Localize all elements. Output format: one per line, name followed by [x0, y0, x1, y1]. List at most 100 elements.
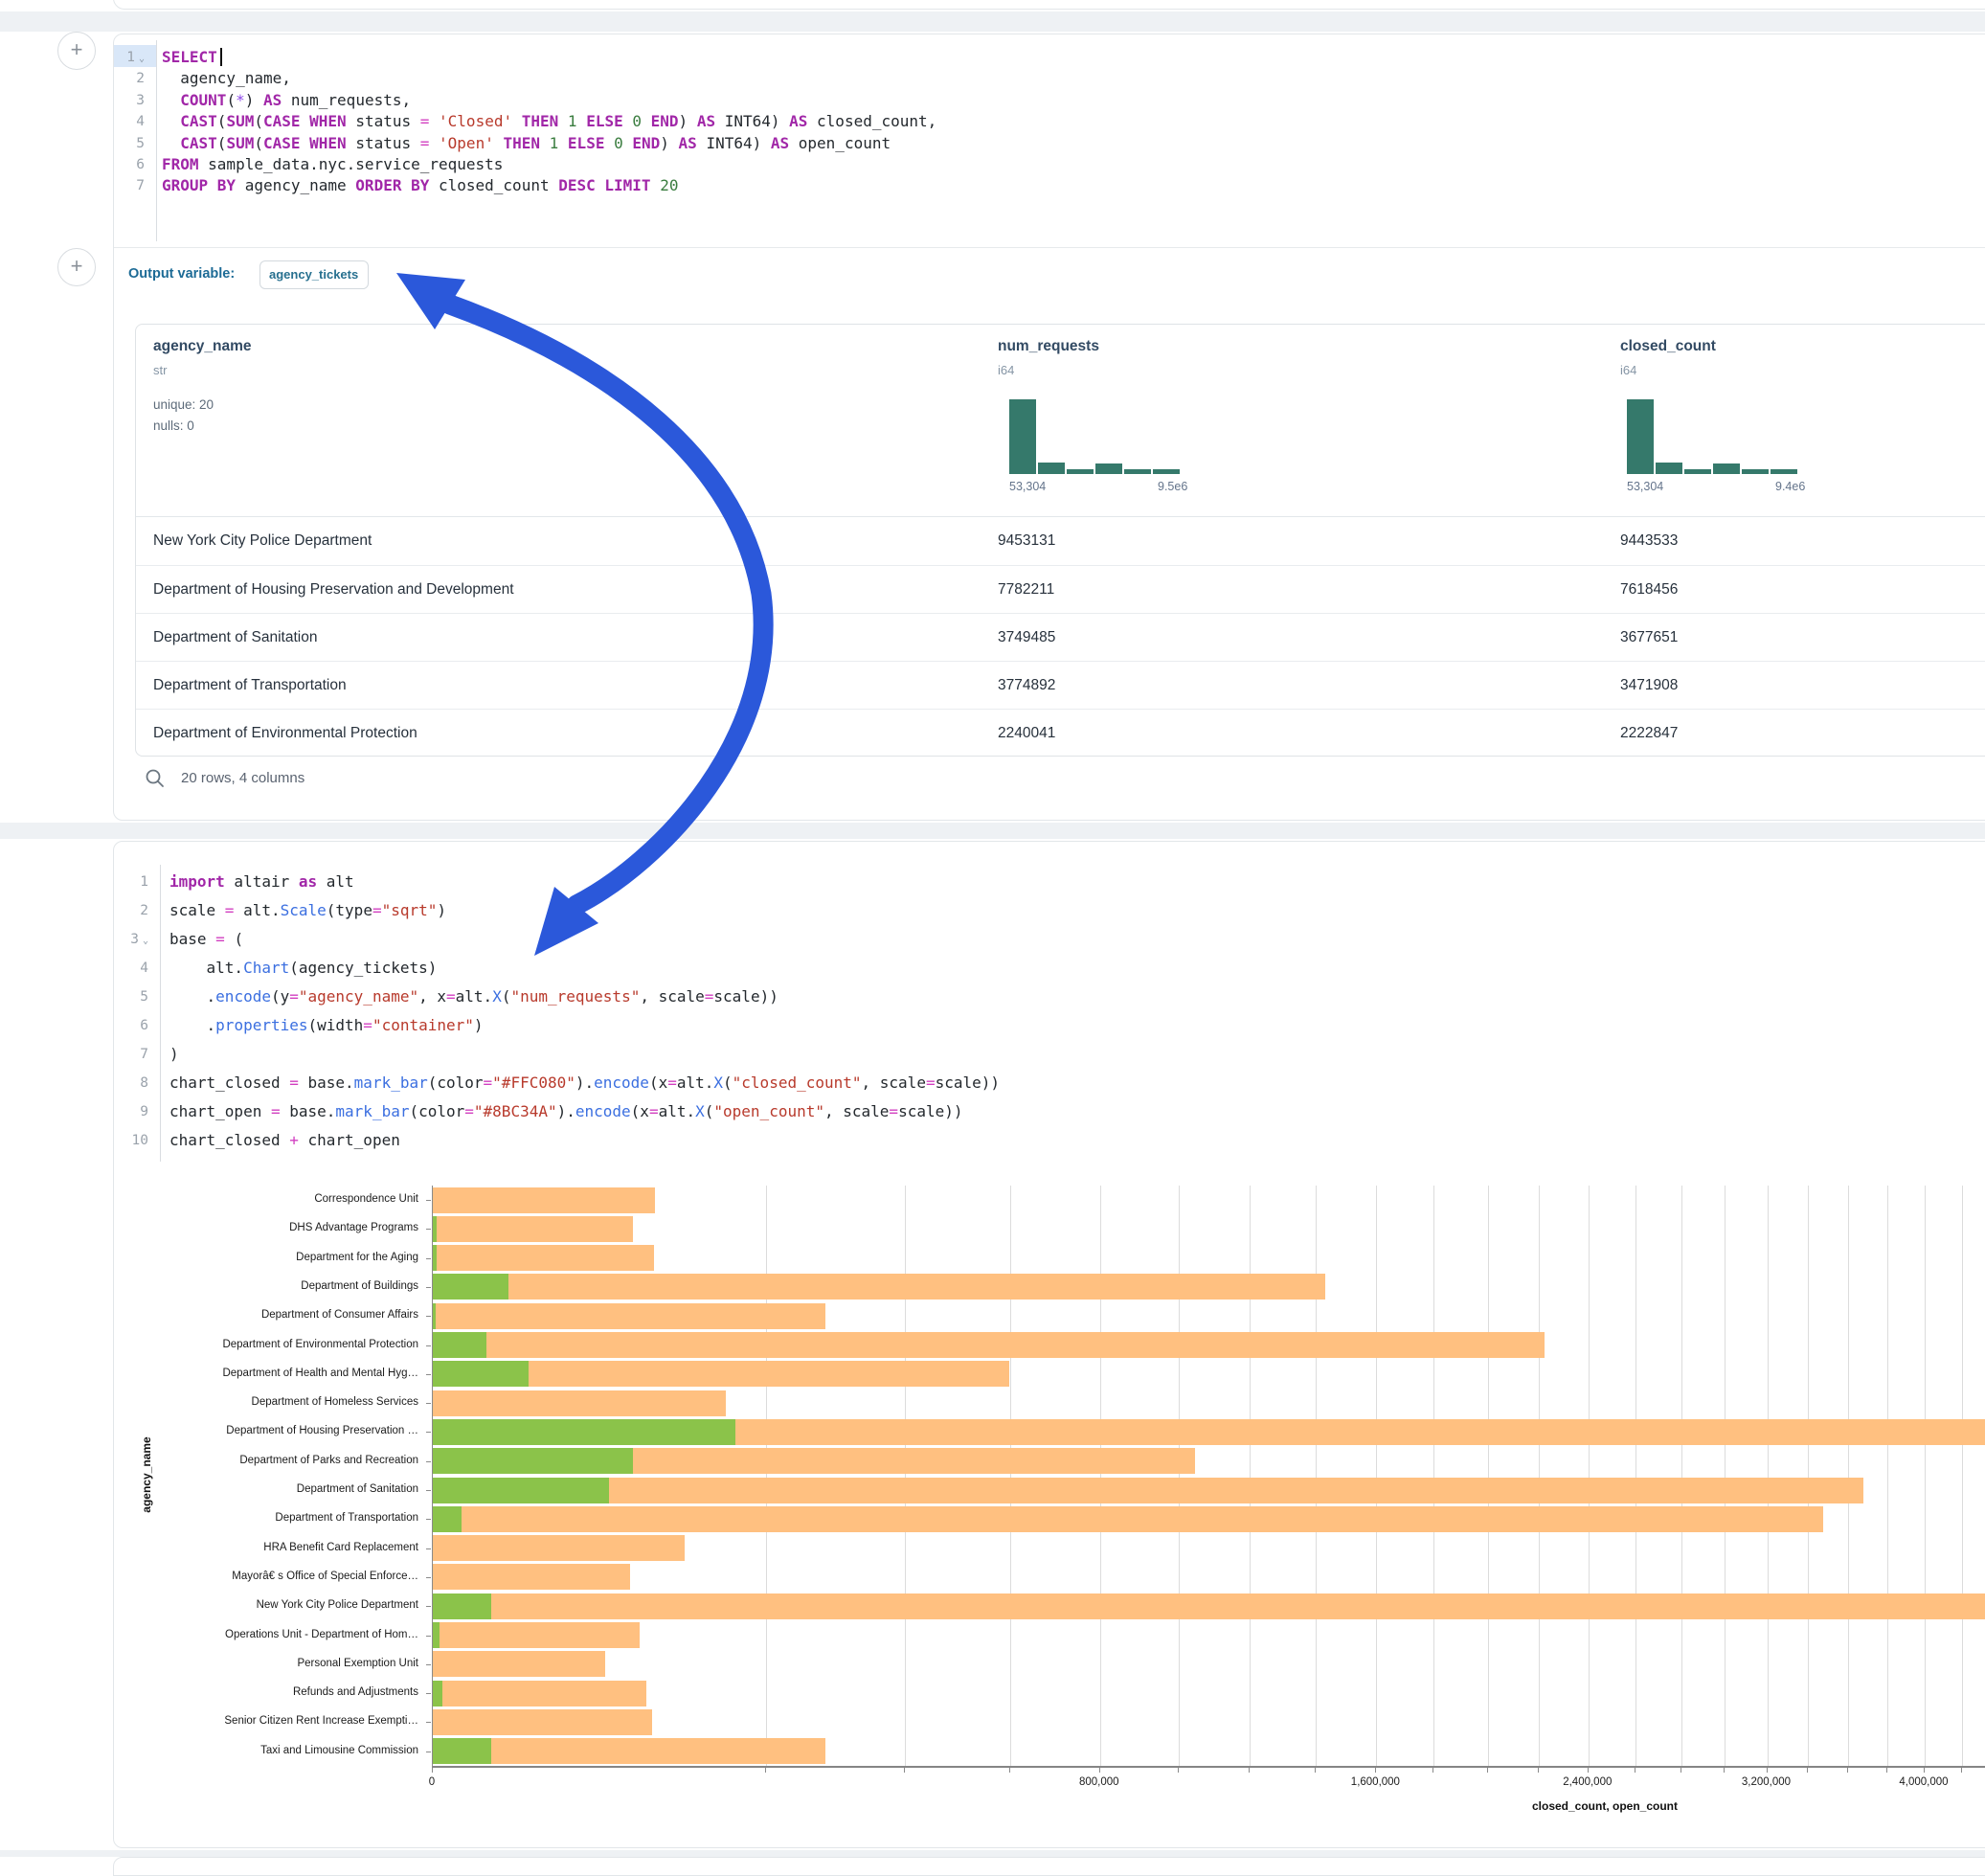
chart-y-axis-title: agency_name [140, 1331, 153, 1618]
column-type: str [153, 363, 167, 377]
table-footer-summary: 20 rows, 4 columns [181, 770, 305, 786]
gridline [1725, 1186, 1726, 1766]
line-number: 9 [114, 1104, 148, 1119]
table-row[interactable]: Department of Sanitation37494853677651 [136, 613, 1985, 662]
y-axis-label: Personal Exemption Unit [114, 1658, 418, 1669]
add-cell-button-top[interactable]: + [57, 32, 96, 70]
y-axis-tick [426, 1461, 431, 1462]
line-number: 8 [114, 1075, 148, 1091]
x-axis-tick [1538, 1768, 1539, 1773]
x-axis-tick [1847, 1768, 1848, 1773]
bar-closed_count [433, 1187, 655, 1213]
bar-chart: Correspondence UnitDHS Advantage Program… [114, 1179, 1985, 1822]
line-number: 3⌄ [114, 932, 148, 947]
line-number: 7 [114, 1047, 148, 1062]
sql-editor[interactable]: 1⌄SELECT2 agency_name,3 COUNT(*) AS num_… [114, 34, 1985, 247]
fold-chevron-icon[interactable]: ⌄ [139, 54, 145, 64]
next-cell-edge [113, 1857, 1985, 1876]
table-cell: 2222847 [1620, 710, 1678, 757]
line-number: 6 [114, 1018, 148, 1033]
y-axis-label: Mayorâ€ s Office of Special Enforce… [114, 1571, 418, 1582]
table-row[interactable]: Department of Environmental Protection22… [136, 709, 1985, 757]
x-axis-tick [1886, 1768, 1887, 1773]
x-axis-tick-label: 4,000,000 [1876, 1776, 1972, 1788]
table-row[interactable]: Department of Transportation377489234719… [136, 661, 1985, 710]
table-cell: 3749485 [998, 614, 1055, 662]
x-axis-tick [1588, 1768, 1589, 1773]
x-axis-tick-label: 0 [384, 1776, 480, 1788]
y-axis-tick [426, 1606, 431, 1607]
y-axis-tick [426, 1345, 431, 1346]
bar-closed_count [433, 1535, 685, 1561]
add-cell-button-output[interactable]: + [57, 248, 96, 286]
chart-x-axis-title: closed_count, open_count [1461, 1799, 1748, 1813]
gap-band-top [0, 11, 1985, 32]
table-cell: 3774892 [998, 662, 1055, 710]
bar-open_count [433, 1506, 462, 1532]
gridline [1887, 1186, 1888, 1766]
gridline [1848, 1186, 1849, 1766]
bar-closed_count [433, 1651, 605, 1677]
previous-cell-edge [113, 0, 1985, 10]
column-name[interactable]: agency_name [153, 338, 252, 355]
y-axis-tick [426, 1722, 431, 1723]
x-axis-tick [1375, 1768, 1376, 1773]
code-line: GROUP BY agency_name ORDER BY closed_cou… [162, 176, 678, 194]
table-cell: 7618456 [1620, 566, 1678, 614]
bar-closed_count [433, 1390, 726, 1416]
y-axis-label: Department of Housing Preservation … [114, 1425, 418, 1436]
bar-open_count [433, 1681, 442, 1706]
bar-closed_count [433, 1681, 646, 1706]
column-name[interactable]: closed_count [1620, 338, 1716, 355]
gridline [1250, 1186, 1251, 1766]
line-number: 4 [114, 961, 148, 976]
x-axis-tick [1680, 1768, 1681, 1773]
bar-closed_count [433, 1274, 1325, 1300]
python-editor[interactable]: 1import altair as alt2scale = alt.Scale(… [114, 842, 1985, 1167]
table-cell: 3677651 [1620, 614, 1678, 662]
bar-open_count [433, 1332, 486, 1358]
bar-closed_count [433, 1216, 633, 1242]
bar-closed_count [433, 1593, 1985, 1619]
x-axis-tick [1099, 1768, 1100, 1773]
histogram-min-label: 53,304 [1009, 480, 1046, 493]
gridline [1433, 1186, 1434, 1766]
search-icon[interactable] [145, 768, 166, 789]
code-line: chart_open = base.mark_bar(color="#8BC34… [169, 1102, 963, 1120]
code-line: scale = alt.Scale(type="sqrt") [169, 901, 446, 919]
line-number: 1⌄ [114, 50, 145, 65]
gridline [1488, 1186, 1489, 1766]
gridline [1589, 1186, 1590, 1766]
fold-chevron-icon[interactable]: ⌄ [143, 936, 148, 946]
x-axis-tick [1767, 1768, 1768, 1773]
table-cell: 3471908 [1620, 662, 1678, 710]
y-axis-label: Taxi and Limousine Commission [114, 1745, 418, 1756]
sql-cell: 1⌄SELECT2 agency_name,3 COUNT(*) AS num_… [113, 34, 1985, 821]
y-axis-label: Department of Sanitation [114, 1483, 418, 1495]
gridline [1768, 1186, 1769, 1766]
x-axis-tick [1807, 1768, 1808, 1773]
column-name[interactable]: num_requests [998, 338, 1099, 355]
column-histogram [1009, 399, 1180, 474]
gap-band-mid [0, 823, 1985, 839]
x-axis-tick-label: 3,200,000 [1719, 1776, 1815, 1788]
y-axis-label: HRA Benefit Card Replacement [114, 1542, 418, 1553]
x-axis-tick-label: 2,400,000 [1540, 1776, 1635, 1788]
code-line: COUNT(*) AS num_requests, [162, 91, 411, 109]
y-axis-tick [426, 1287, 431, 1288]
bar-closed_count [433, 1478, 1863, 1503]
x-axis-tick [1924, 1768, 1925, 1773]
table-cell: Department of Housing Preservation and D… [153, 566, 514, 614]
table-row[interactable]: Department of Housing Preservation and D… [136, 565, 1985, 614]
code-line: chart_closed + chart_open [169, 1131, 400, 1149]
gridline [1100, 1186, 1101, 1766]
line-number: 10 [114, 1133, 148, 1148]
y-axis-label: Operations Unit - Department of Hom… [114, 1629, 418, 1640]
output-variable-badge[interactable]: agency_tickets [259, 260, 369, 289]
line-number: 2 [114, 71, 145, 86]
bar-closed_count [433, 1622, 640, 1648]
table-row[interactable]: New York City Police Department945313194… [136, 517, 1985, 565]
code-line: alt.Chart(agency_tickets) [169, 959, 437, 977]
y-axis-tick [426, 1490, 431, 1491]
y-axis-tick [426, 1403, 431, 1404]
